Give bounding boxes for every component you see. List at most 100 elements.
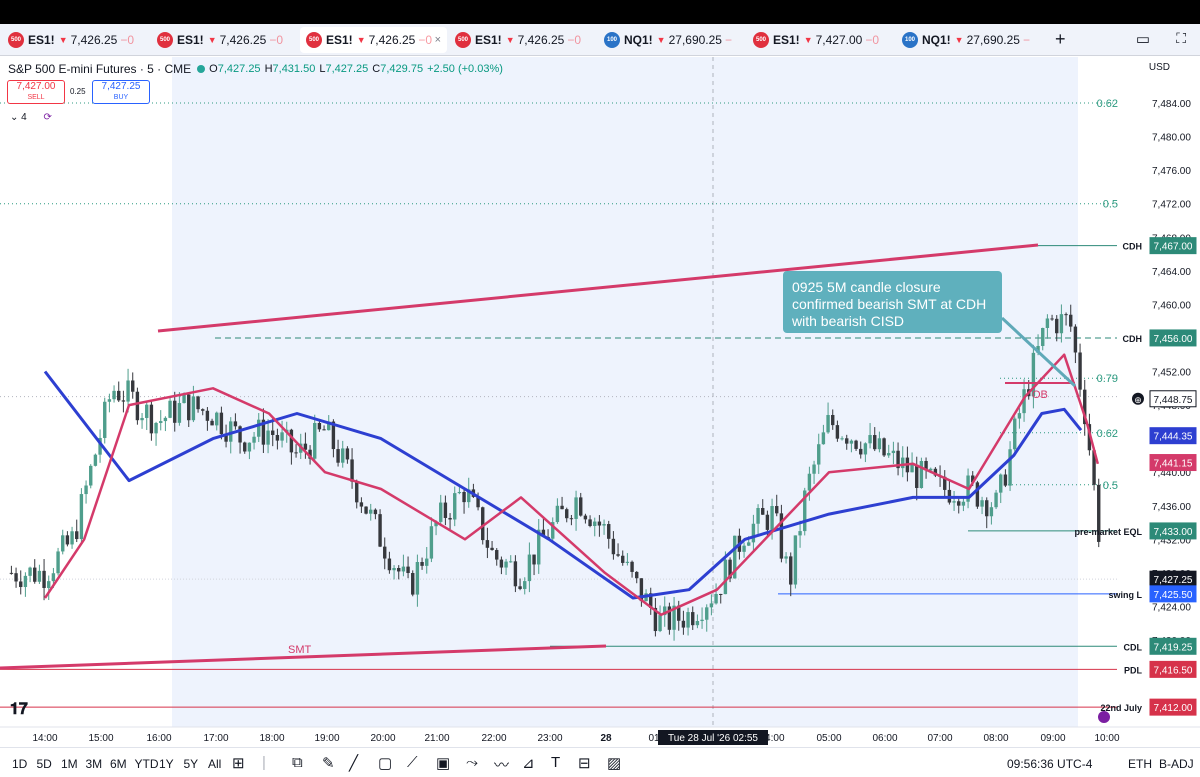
buy-button[interactable]: 7,427.25 BUY	[92, 80, 150, 104]
candle-body[interactable]	[191, 396, 196, 421]
candle-body[interactable]	[975, 482, 980, 507]
candle-body[interactable]	[873, 435, 877, 450]
candle-body[interactable]	[616, 554, 620, 556]
candle-body[interactable]	[205, 410, 210, 421]
candle-body[interactable]	[723, 559, 728, 595]
candle-body[interactable]	[173, 400, 177, 423]
candle-body[interactable]	[373, 509, 378, 515]
candle-body[interactable]	[280, 432, 284, 441]
candle-body[interactable]	[233, 421, 238, 427]
candle-body[interactable]	[271, 430, 275, 435]
range-1d[interactable]: 1D	[12, 757, 27, 771]
candle-body[interactable]	[765, 514, 770, 530]
candle-body[interactable]	[817, 444, 821, 465]
candle-body[interactable]	[821, 432, 826, 445]
candle-body[interactable]	[635, 571, 639, 579]
candle-body[interactable]	[33, 567, 37, 582]
candle-body[interactable]	[383, 546, 387, 559]
candle-body[interactable]	[1045, 318, 1050, 328]
candle-body[interactable]	[401, 566, 406, 572]
lightning-icon[interactable]	[1098, 711, 1110, 723]
candle-body[interactable]	[490, 547, 494, 551]
candle-body[interactable]	[901, 457, 905, 469]
candle-body[interactable]	[583, 515, 588, 520]
candle-body[interactable]	[257, 419, 261, 437]
candle-body[interactable]	[47, 581, 51, 588]
fib-tool-icon[interactable]: ⧉	[292, 754, 303, 771]
candle-body[interactable]	[532, 554, 536, 565]
candle-body[interactable]	[397, 568, 401, 572]
candle-body[interactable]	[569, 518, 574, 520]
candle-body[interactable]	[56, 551, 60, 574]
range-5d[interactable]: 5D	[37, 757, 52, 771]
candle-body[interactable]	[364, 506, 368, 514]
candle-body[interactable]	[621, 555, 625, 563]
candle-body[interactable]	[831, 414, 835, 426]
range-5y[interactable]: 5Y	[184, 757, 199, 771]
candle-body[interactable]	[1064, 314, 1068, 316]
candle-body[interactable]	[518, 586, 522, 589]
candle-body[interactable]	[919, 460, 924, 488]
ray-icon[interactable]: ⟋	[407, 754, 418, 771]
candle-body[interactable]	[658, 615, 662, 632]
candle-body[interactable]	[686, 612, 690, 628]
candle-body[interactable]	[37, 570, 42, 582]
path-icon[interactable]: ⤳	[466, 754, 478, 771]
candle-body[interactable]	[761, 508, 765, 515]
session-toggle[interactable]: ETH	[1128, 757, 1152, 771]
candle-body[interactable]	[891, 450, 896, 454]
candle-body[interactable]	[14, 573, 18, 582]
candle-body[interactable]	[266, 430, 270, 445]
candle-body[interactable]	[1050, 318, 1054, 320]
currency-label[interactable]: USD	[1149, 62, 1170, 73]
candle-body[interactable]	[714, 593, 718, 604]
candle-body[interactable]	[985, 500, 989, 517]
candle-body[interactable]	[523, 581, 527, 589]
candle-body[interactable]	[159, 421, 163, 423]
candle-body[interactable]	[415, 562, 420, 595]
candle-body[interactable]	[1013, 418, 1017, 450]
candle-body[interactable]	[597, 521, 602, 526]
candle-body[interactable]	[1008, 449, 1012, 486]
candle-body[interactable]	[42, 570, 46, 588]
candle-body[interactable]	[812, 464, 816, 474]
candle-body[interactable]	[61, 535, 65, 552]
candle-body[interactable]	[439, 502, 443, 522]
candle-body[interactable]	[602, 524, 606, 526]
candle-body[interactable]	[457, 491, 462, 494]
candle-body[interactable]	[378, 514, 382, 547]
candle-body[interactable]	[607, 524, 611, 539]
candle-body[interactable]	[420, 562, 424, 566]
candle-body[interactable]	[565, 509, 569, 519]
candle-body[interactable]	[504, 561, 508, 568]
candle-body[interactable]	[23, 575, 28, 588]
adjustment-toggle[interactable]: B-ADJ	[1159, 757, 1194, 771]
candle-body[interactable]	[359, 502, 364, 507]
candle-body[interactable]	[588, 519, 592, 527]
candle-body[interactable]	[989, 507, 994, 517]
candle-body[interactable]	[89, 465, 93, 486]
candle-body[interactable]	[28, 567, 32, 576]
candle-body[interactable]	[121, 400, 126, 402]
candle-body[interactable]	[840, 438, 844, 440]
candle-body[interactable]	[1059, 314, 1064, 334]
candle-body[interactable]	[322, 429, 326, 431]
candle-body[interactable]	[341, 448, 345, 463]
symbol-title[interactable]: S&P 500 E-mini Futures · 5 · CME	[8, 62, 191, 76]
candle-body[interactable]	[163, 417, 168, 422]
candle-body[interactable]	[406, 566, 410, 574]
candle-body[interactable]	[555, 505, 560, 523]
indicators-toggle[interactable]: ⌄ 4 ⟳	[10, 112, 52, 123]
candle-body[interactable]	[485, 540, 490, 548]
candle-body[interactable]	[294, 452, 298, 454]
candle-body[interactable]	[784, 556, 788, 559]
candle-body[interactable]	[145, 404, 149, 418]
candle-body[interactable]	[695, 621, 700, 626]
candle-body[interactable]	[9, 572, 14, 574]
candle-body[interactable]	[709, 603, 714, 608]
candle-body[interactable]	[742, 545, 746, 552]
candle-body[interactable]	[177, 403, 182, 423]
candle-body[interactable]	[51, 573, 56, 582]
candle-body[interactable]	[845, 438, 849, 444]
candle-body[interactable]	[705, 607, 709, 620]
